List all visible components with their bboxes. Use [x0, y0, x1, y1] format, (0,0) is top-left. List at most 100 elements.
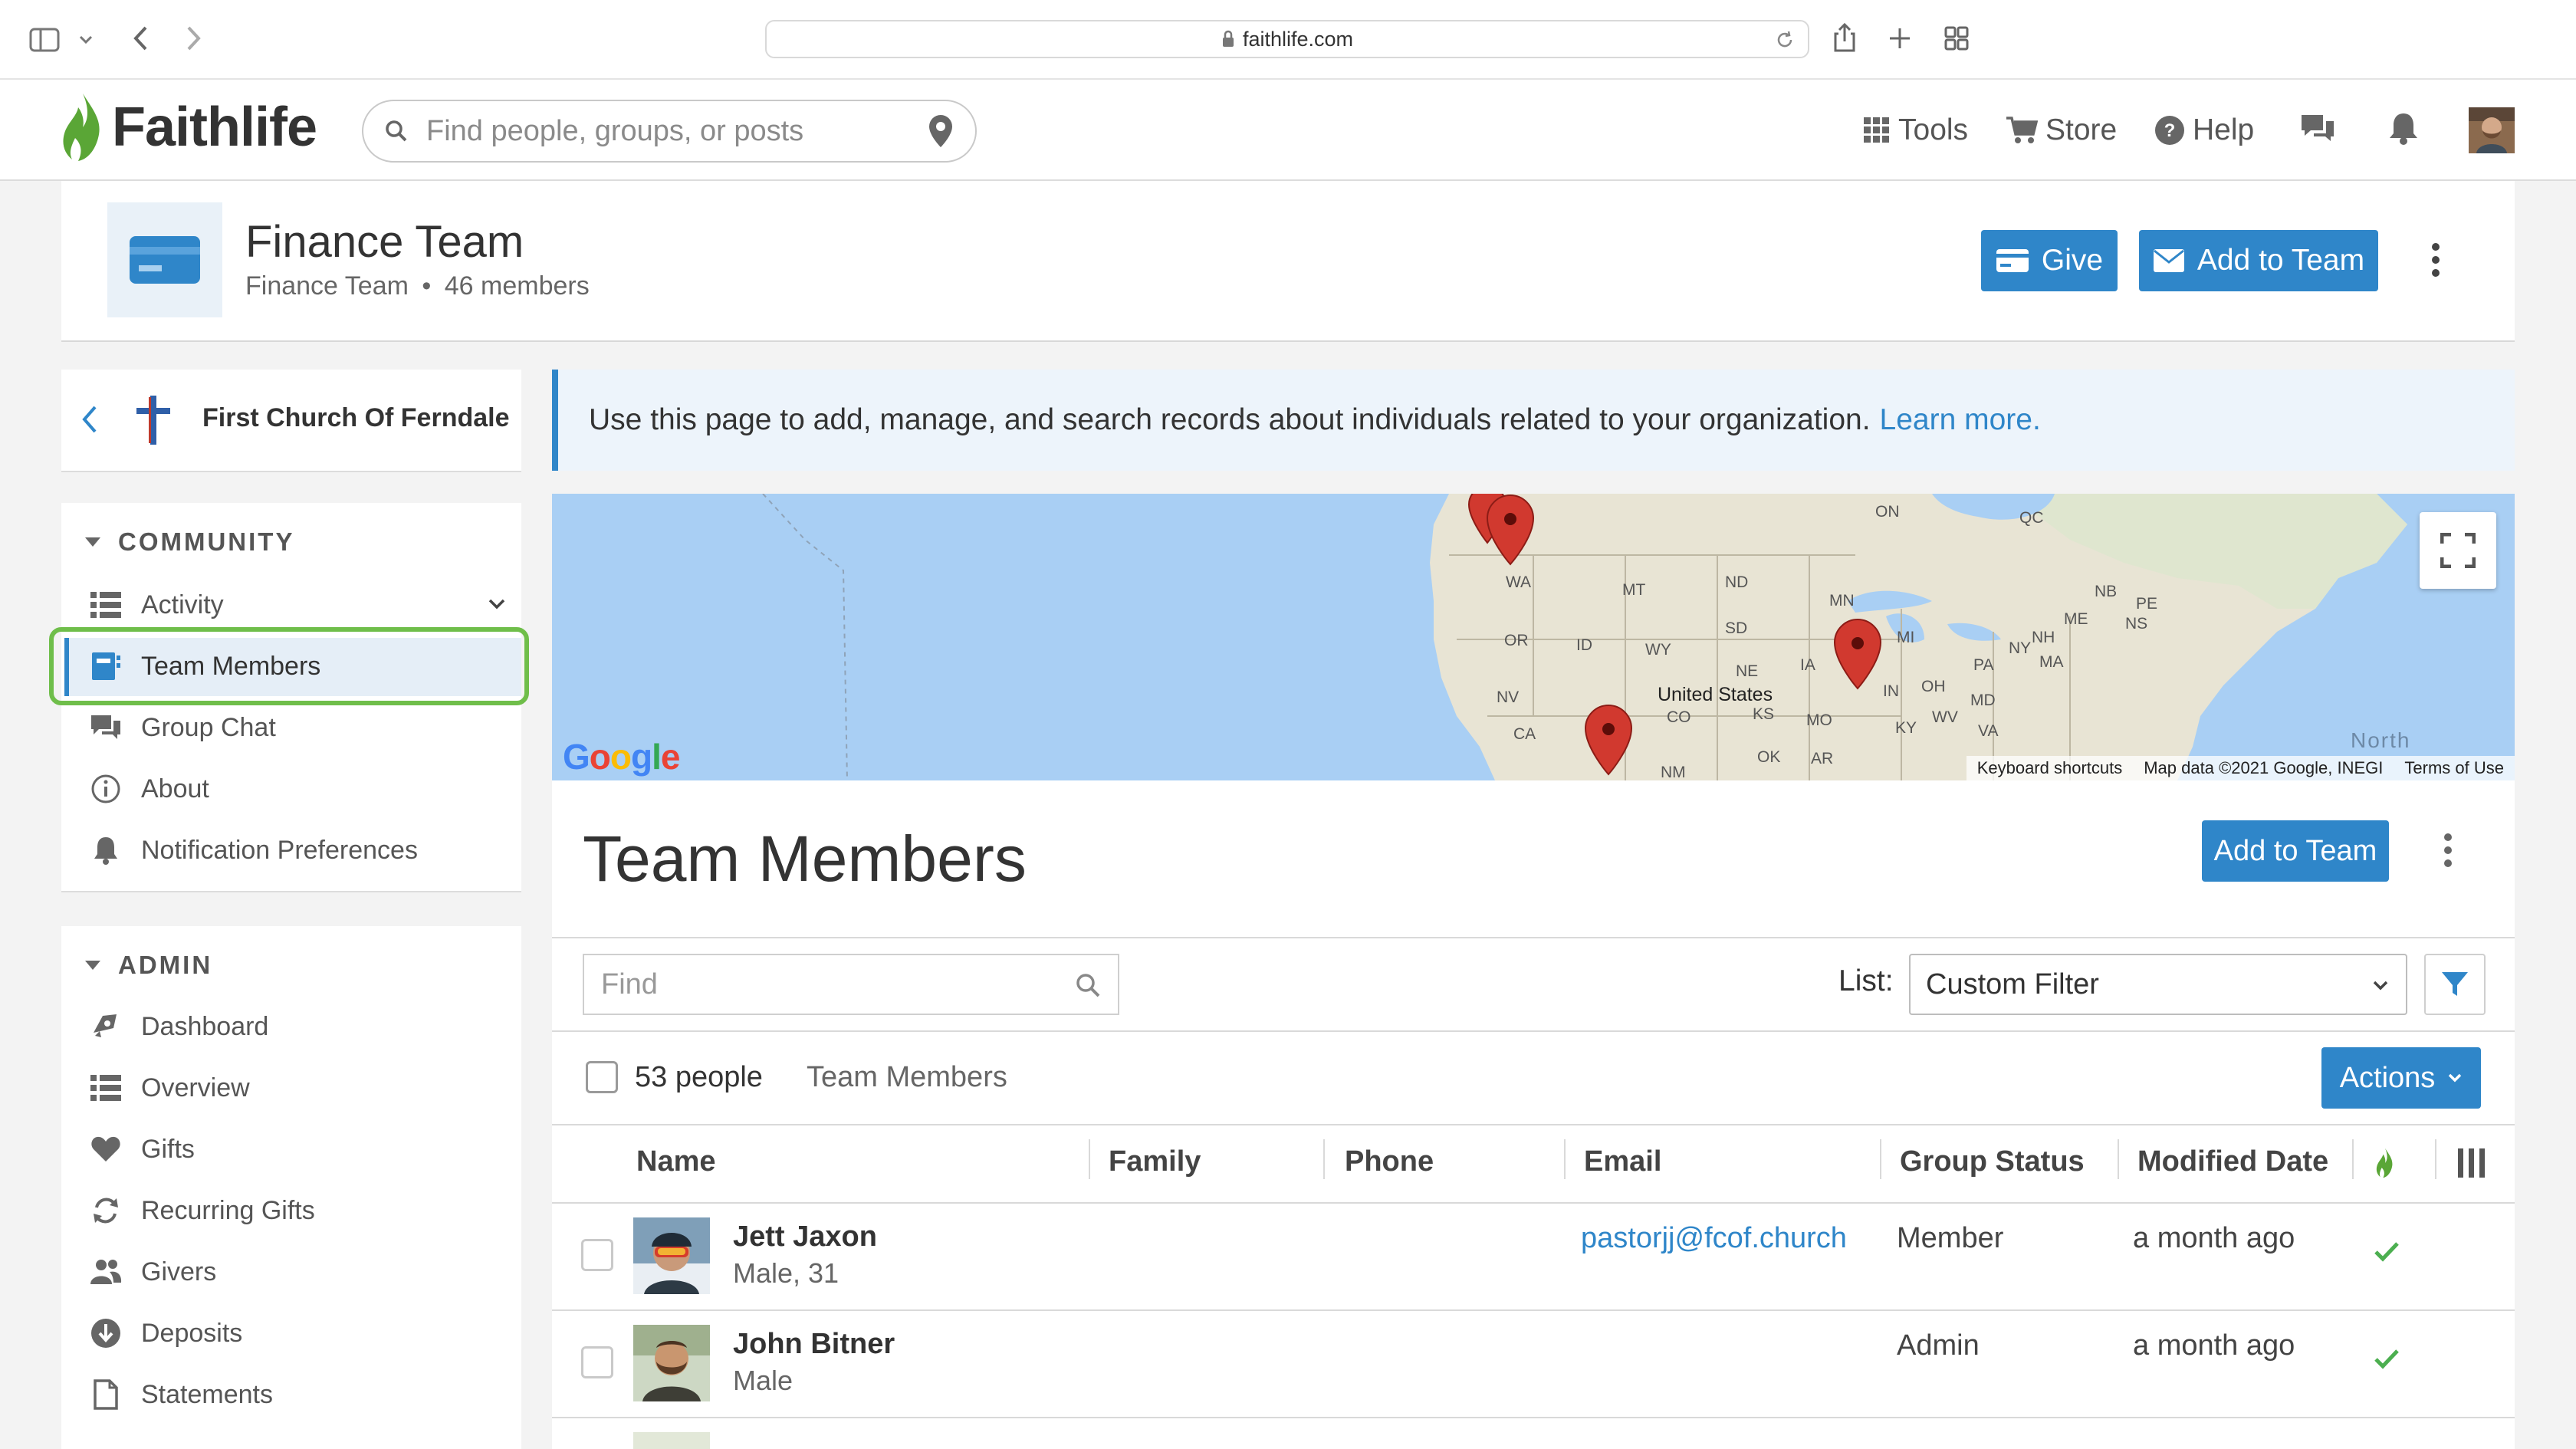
tab-overview-icon[interactable]	[1943, 25, 1970, 52]
chat-bubbles-icon	[89, 711, 123, 744]
table-row[interactable]	[552, 1204, 2515, 1309]
back-icon[interactable]	[127, 23, 153, 54]
sidebar-item-activity[interactable]: Activity	[89, 581, 506, 629]
sidebar-toggle-icon[interactable]	[28, 26, 61, 54]
group-logo	[107, 202, 222, 317]
column-header-phone[interactable]: Phone	[1345, 1145, 1434, 1178]
search-icon	[1075, 972, 1101, 998]
avatar[interactable]	[633, 1325, 710, 1401]
header-add-to-team-button[interactable]: Add to Team	[2139, 230, 2378, 291]
member-modified-date: a month ago	[2133, 1222, 2295, 1254]
members-more-icon[interactable]	[2438, 833, 2458, 868]
find-input[interactable]: Find	[583, 954, 1119, 1015]
address-bar[interactable]: faithlife.com	[765, 20, 1809, 58]
column-separator	[1089, 1139, 1090, 1179]
sidebar-item-notification-preferences[interactable]: Notification Preferences	[89, 826, 418, 874]
column-header-modified-date[interactable]: Modified Date	[2137, 1145, 2328, 1178]
actions-button[interactable]: Actions	[2321, 1047, 2481, 1109]
share-icon[interactable]	[1829, 20, 1860, 55]
activity-list-icon	[89, 588, 123, 622]
learn-more-link[interactable]: Learn more.	[1880, 403, 2041, 437]
filter-button[interactable]	[2424, 954, 2486, 1015]
terms-of-use-link[interactable]: Terms of Use	[2404, 758, 2504, 778]
flame-icon	[63, 94, 100, 161]
member-group-status: Admin	[1897, 1329, 1980, 1362]
list-select[interactable]: Custom Filter	[1909, 954, 2407, 1015]
nav-store-label: Store	[2045, 113, 2118, 146]
location-pin-icon[interactable]	[928, 113, 954, 149]
map-label: ND	[1725, 573, 1749, 591]
deposit-icon	[89, 1316, 123, 1350]
map-label: NE	[1736, 662, 1759, 680]
new-tab-icon[interactable]	[1886, 25, 1914, 52]
sidebar-item-group-chat[interactable]: Group Chat	[89, 704, 276, 751]
member-name[interactable]: Jett Jaxon	[733, 1221, 877, 1254]
column-header-group-status[interactable]: Group Status	[1900, 1145, 2085, 1178]
map-label: ID	[1576, 636, 1592, 654]
browser-toolbar: faithlife.com	[0, 0, 2576, 80]
chevron-down-icon[interactable]	[77, 32, 95, 48]
nav-help[interactable]: ? Help	[2154, 107, 2254, 153]
map-label: NH	[2032, 629, 2055, 646]
sidebar-item-gifts-label: Gifts	[141, 1134, 195, 1164]
members-map[interactable]: ON QC WA MT ND MN NB PE ME NS OR ID SD W…	[552, 494, 2515, 780]
more-options-icon[interactable]	[2424, 242, 2447, 278]
member-email[interactable]: pastorjj@fcof.church	[1581, 1222, 1847, 1255]
column-separator	[2118, 1139, 2119, 1179]
map-label: MI	[1897, 629, 1915, 646]
keyboard-shortcuts-link[interactable]: Keyboard shortcuts	[1977, 758, 2123, 778]
nav-tools[interactable]: Tools	[1863, 107, 1968, 153]
checkmark-icon	[2374, 1348, 2400, 1369]
select-all-checkbox[interactable]	[586, 1061, 618, 1093]
site-search-input[interactable]: Find people, groups, or posts	[362, 100, 977, 163]
expand-chevron-icon[interactable]	[488, 598, 506, 610]
user-avatar[interactable]	[2469, 107, 2515, 153]
faithlife-flame-column-icon[interactable]	[2374, 1147, 2397, 1179]
column-chooser-icon[interactable]	[2456, 1147, 2487, 1179]
column-header-name[interactable]: Name	[636, 1145, 716, 1178]
forward-icon[interactable]	[181, 23, 207, 54]
sidebar-item-statements[interactable]: Statements	[89, 1371, 273, 1418]
avatar[interactable]	[633, 1217, 710, 1294]
sidebar-item-overview[interactable]: Overview	[89, 1064, 250, 1112]
column-header-family[interactable]: Family	[1109, 1145, 1201, 1178]
map-label-ocean: North	[2351, 728, 2411, 752]
map-label: MD	[1970, 692, 1996, 709]
table-row[interactable]	[552, 1311, 2515, 1417]
add-to-team-button[interactable]: Add to Team	[2202, 820, 2389, 882]
credit-card-icon	[130, 236, 200, 284]
fullscreen-button[interactable]	[2420, 512, 2496, 589]
sidebar-item-dashboard[interactable]: Dashboard	[89, 1003, 268, 1050]
sidebar-item-recurring-gifts[interactable]: Recurring Gifts	[89, 1187, 315, 1234]
google-logo[interactable]: Google	[563, 736, 680, 777]
column-header-email[interactable]: Email	[1584, 1145, 1661, 1178]
reload-icon[interactable]	[1774, 29, 1796, 51]
community-heading[interactable]: COMMUNITY	[84, 527, 294, 557]
nav-store[interactable]: Store	[2006, 107, 2117, 153]
sidebar-item-team-members[interactable]: Team Members	[89, 642, 320, 690]
give-button[interactable]: Give	[1981, 230, 2118, 291]
row-checkbox[interactable]	[581, 1239, 613, 1271]
group-subtitle: Finance Team • 46 members	[245, 271, 590, 301]
list-label: List:	[1838, 964, 1894, 997]
sidebar-item-about[interactable]: About	[89, 765, 209, 813]
row-checkbox[interactable]	[581, 1346, 613, 1378]
member-name[interactable]: John Bitner	[733, 1328, 895, 1361]
table-row[interactable]	[552, 1418, 2515, 1449]
divider	[552, 937, 2515, 938]
admin-heading[interactable]: ADMIN	[84, 951, 212, 980]
notifications-bell-icon[interactable]	[2387, 110, 2420, 146]
sidebar-item-gifts[interactable]: Gifts	[89, 1125, 195, 1173]
sidebar-item-group-chat-label: Group Chat	[141, 712, 276, 742]
sidebar-item-deposits[interactable]: Deposits	[89, 1309, 242, 1357]
church-card[interactable]: First Church Of Ferndale	[61, 370, 521, 472]
sidebar-item-givers[interactable]: Givers	[89, 1248, 216, 1296]
info-icon	[89, 772, 123, 806]
avatar[interactable]	[633, 1432, 710, 1449]
faithlife-logo[interactable]: Faithlife	[60, 90, 317, 164]
map-label: NB	[2095, 583, 2118, 600]
overview-list-icon	[89, 1071, 123, 1105]
chat-icon[interactable]	[2298, 112, 2337, 144]
map-label: VA	[1978, 722, 1999, 740]
back-chevron-icon[interactable]	[81, 405, 98, 434]
